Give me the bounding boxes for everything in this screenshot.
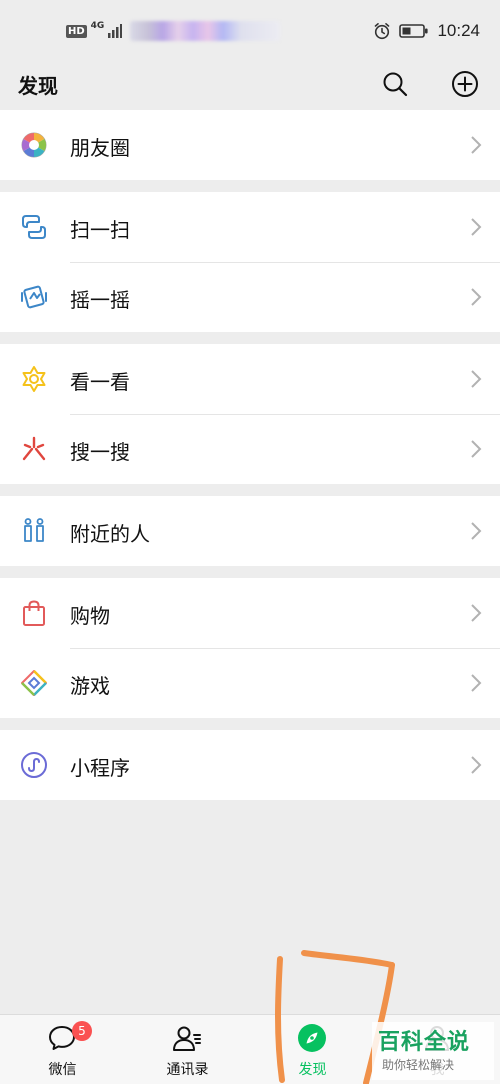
network-type: 4G (90, 21, 105, 31)
watermark-subtitle: 助你轻松解决 (382, 1058, 455, 1072)
scan-icon (22, 215, 46, 239)
chevron-right-icon (471, 522, 482, 540)
menu-item-moments[interactable]: 朋友圈 (0, 110, 500, 180)
unread-badge: 5 (72, 1021, 92, 1041)
title-bar: 发现 (0, 60, 500, 110)
tab-contacts[interactable]: 通讯录 (125, 1015, 250, 1084)
contacts-icon (173, 1026, 201, 1051)
chevron-right-icon (471, 674, 482, 692)
menu-item-label: 小程序 (70, 756, 130, 780)
status-left: HD 4G (66, 18, 281, 44)
status-right: 10:24 (373, 18, 480, 44)
menu-item-mini-programs[interactable]: 小程序 (0, 730, 500, 800)
menu-item-label: 附近的人 (70, 522, 150, 546)
chevron-right-icon (471, 370, 482, 388)
plus-circle-icon (452, 71, 478, 97)
menu-group: 看一看 搜一搜 (0, 344, 500, 484)
menu-item-label: 购物 (70, 604, 110, 628)
menu-item-scan[interactable]: 扫一扫 (0, 192, 500, 262)
menu-group: 朋友圈 (0, 110, 500, 180)
signal-icon (108, 24, 123, 38)
top-stories-icon (22, 366, 46, 392)
menu-item-label: 朋友圈 (70, 136, 130, 160)
menu-group: 购物 游戏 (0, 578, 500, 718)
people-nearby-icon (24, 518, 44, 542)
tab-label: 微信 (48, 1062, 77, 1078)
moments-icon (21, 132, 47, 158)
discover-menu: 朋友圈 扫一扫 摇一摇 看一看 搜一搜 附近的人 购物 游戏 小程序 (0, 110, 500, 812)
menu-group: 附近的人 (0, 496, 500, 566)
status-bar: HD 4G 10:24 (0, 0, 500, 60)
mini-programs-icon (21, 752, 47, 778)
menu-item-label: 扫一扫 (70, 218, 130, 242)
chevron-right-icon (471, 604, 482, 622)
menu-item-label: 摇一摇 (70, 288, 130, 312)
clock-time: 10:24 (437, 21, 480, 40)
search-search-icon (22, 436, 46, 461)
menu-item-label: 看一看 (70, 370, 130, 394)
menu-item-label: 搜一搜 (70, 440, 130, 464)
tab-label: 发现 (298, 1062, 327, 1078)
discover-compass-icon (298, 1024, 326, 1052)
hd-indicator: HD (66, 24, 87, 38)
add-button[interactable] (449, 68, 481, 100)
blurred-status-icons (130, 21, 281, 41)
chevron-right-icon (471, 136, 482, 154)
games-icon (21, 670, 47, 696)
chevron-right-icon (471, 440, 482, 458)
shopping-bag-icon (23, 600, 45, 626)
menu-group: 扫一扫 摇一摇 (0, 192, 500, 332)
watermark-logo: 百科全说 助你轻松解决 (372, 1022, 494, 1080)
menu-item-top-stories[interactable]: 看一看 (0, 344, 500, 414)
menu-item-shake[interactable]: 摇一摇 (0, 262, 500, 332)
menu-item-people-nearby[interactable]: 附近的人 (0, 496, 500, 566)
battery-icon (399, 24, 429, 38)
tab-label: 通讯录 (166, 1062, 209, 1078)
tab-discover[interactable]: 发现 (250, 1015, 375, 1084)
alarm-icon (375, 23, 390, 40)
watermark-title: 百科全说 (378, 1030, 471, 1055)
menu-item-games[interactable]: 游戏 (0, 648, 500, 718)
menu-item-shopping[interactable]: 购物 (0, 578, 500, 648)
search-icon (383, 72, 408, 97)
menu-item-search[interactable]: 搜一搜 (0, 414, 500, 484)
chevron-right-icon (471, 756, 482, 774)
tab-chats[interactable]: 5 微信 (0, 1015, 125, 1084)
menu-item-label: 游戏 (70, 674, 110, 698)
chevron-right-icon (471, 288, 482, 306)
chevron-right-icon (471, 218, 482, 236)
shake-icon (21, 285, 47, 309)
menu-group: 小程序 (0, 730, 500, 800)
page-title: 发现 (18, 74, 58, 98)
search-button[interactable] (379, 68, 411, 100)
